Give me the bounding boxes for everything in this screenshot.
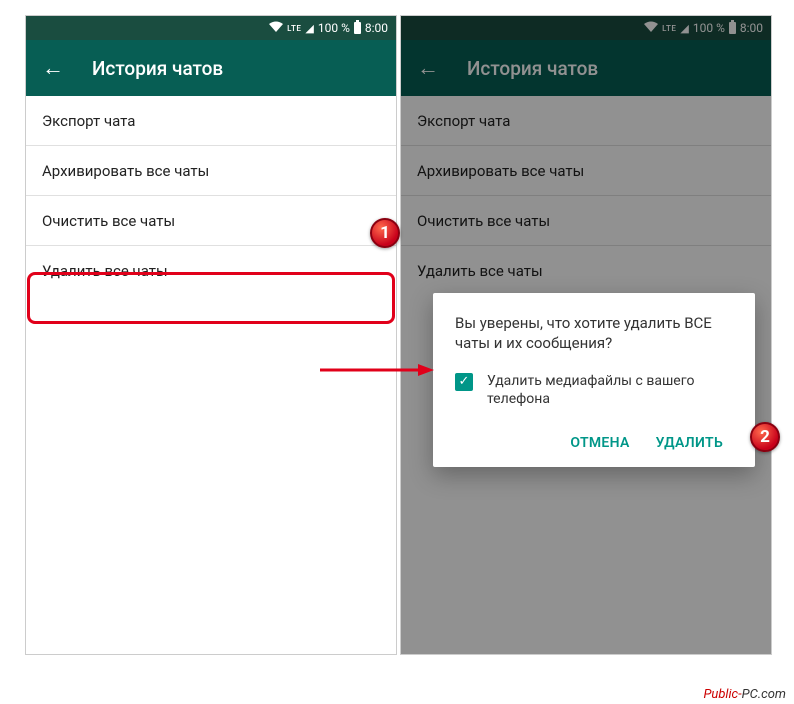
dialog-actions: ОТМЕНА УДАЛИТЬ	[455, 427, 733, 459]
watermark-part-a: Public-	[703, 687, 741, 702]
badge-1-label: 1	[380, 223, 390, 243]
battery-icon	[354, 22, 361, 34]
app-bar: ← История чатов	[26, 40, 396, 96]
menu-export-chat[interactable]: Экспорт чата	[26, 96, 396, 146]
checkbox-label: Удалить медиафайлы с вашего телефона	[487, 372, 733, 410]
menu-archive-all[interactable]: Архивировать все чаты	[26, 146, 396, 196]
arrow-icon	[318, 360, 438, 380]
cancel-button[interactable]: ОТМЕНА	[560, 427, 639, 459]
page-title: История чатов	[92, 57, 223, 80]
menu-clear-all[interactable]: Очистить все чаты	[26, 196, 396, 246]
badge-2-label: 2	[760, 427, 770, 447]
screenshot-right: LTE 100 % 8:00 ← История чатов Экспорт ч…	[400, 15, 772, 655]
checkbox-row[interactable]: ✓ Удалить медиафайлы с вашего телефона	[455, 372, 733, 410]
menu-delete-label: Удалить все чаты	[42, 262, 168, 280]
menu-archive-label: Архивировать все чаты	[42, 162, 209, 180]
lte-label: LTE	[287, 24, 301, 33]
checkbox-checked-icon[interactable]: ✓	[455, 373, 473, 391]
watermark: Public-PC.com	[703, 686, 786, 702]
back-icon[interactable]: ←	[42, 55, 64, 81]
wifi-icon	[269, 21, 283, 35]
status-bar: LTE 100 % 8:00	[26, 16, 396, 40]
clock: 8:00	[365, 21, 388, 35]
menu-delete-all[interactable]: Удалить все чаты	[26, 246, 396, 296]
screenshot-left: LTE 100 % 8:00 ← История чатов Экспорт ч…	[25, 15, 397, 655]
signal-icon	[305, 21, 313, 35]
confirm-delete-dialog: Вы уверены, что хотите удалить ВСЕ чаты …	[433, 293, 755, 467]
dialog-message: Вы уверены, что хотите удалить ВСЕ чаты …	[455, 313, 733, 354]
annotation-badge-2: 2	[750, 422, 780, 452]
delete-button[interactable]: УДАЛИТЬ	[646, 427, 733, 459]
settings-list: Экспорт чата Архивировать все чаты Очист…	[26, 96, 396, 296]
battery-percent: 100 %	[318, 21, 350, 35]
watermark-part-b: PC.com	[742, 687, 786, 702]
annotation-badge-1: 1	[370, 218, 400, 248]
menu-export-label: Экспорт чата	[42, 112, 135, 130]
menu-clear-label: Очистить все чаты	[42, 212, 175, 230]
